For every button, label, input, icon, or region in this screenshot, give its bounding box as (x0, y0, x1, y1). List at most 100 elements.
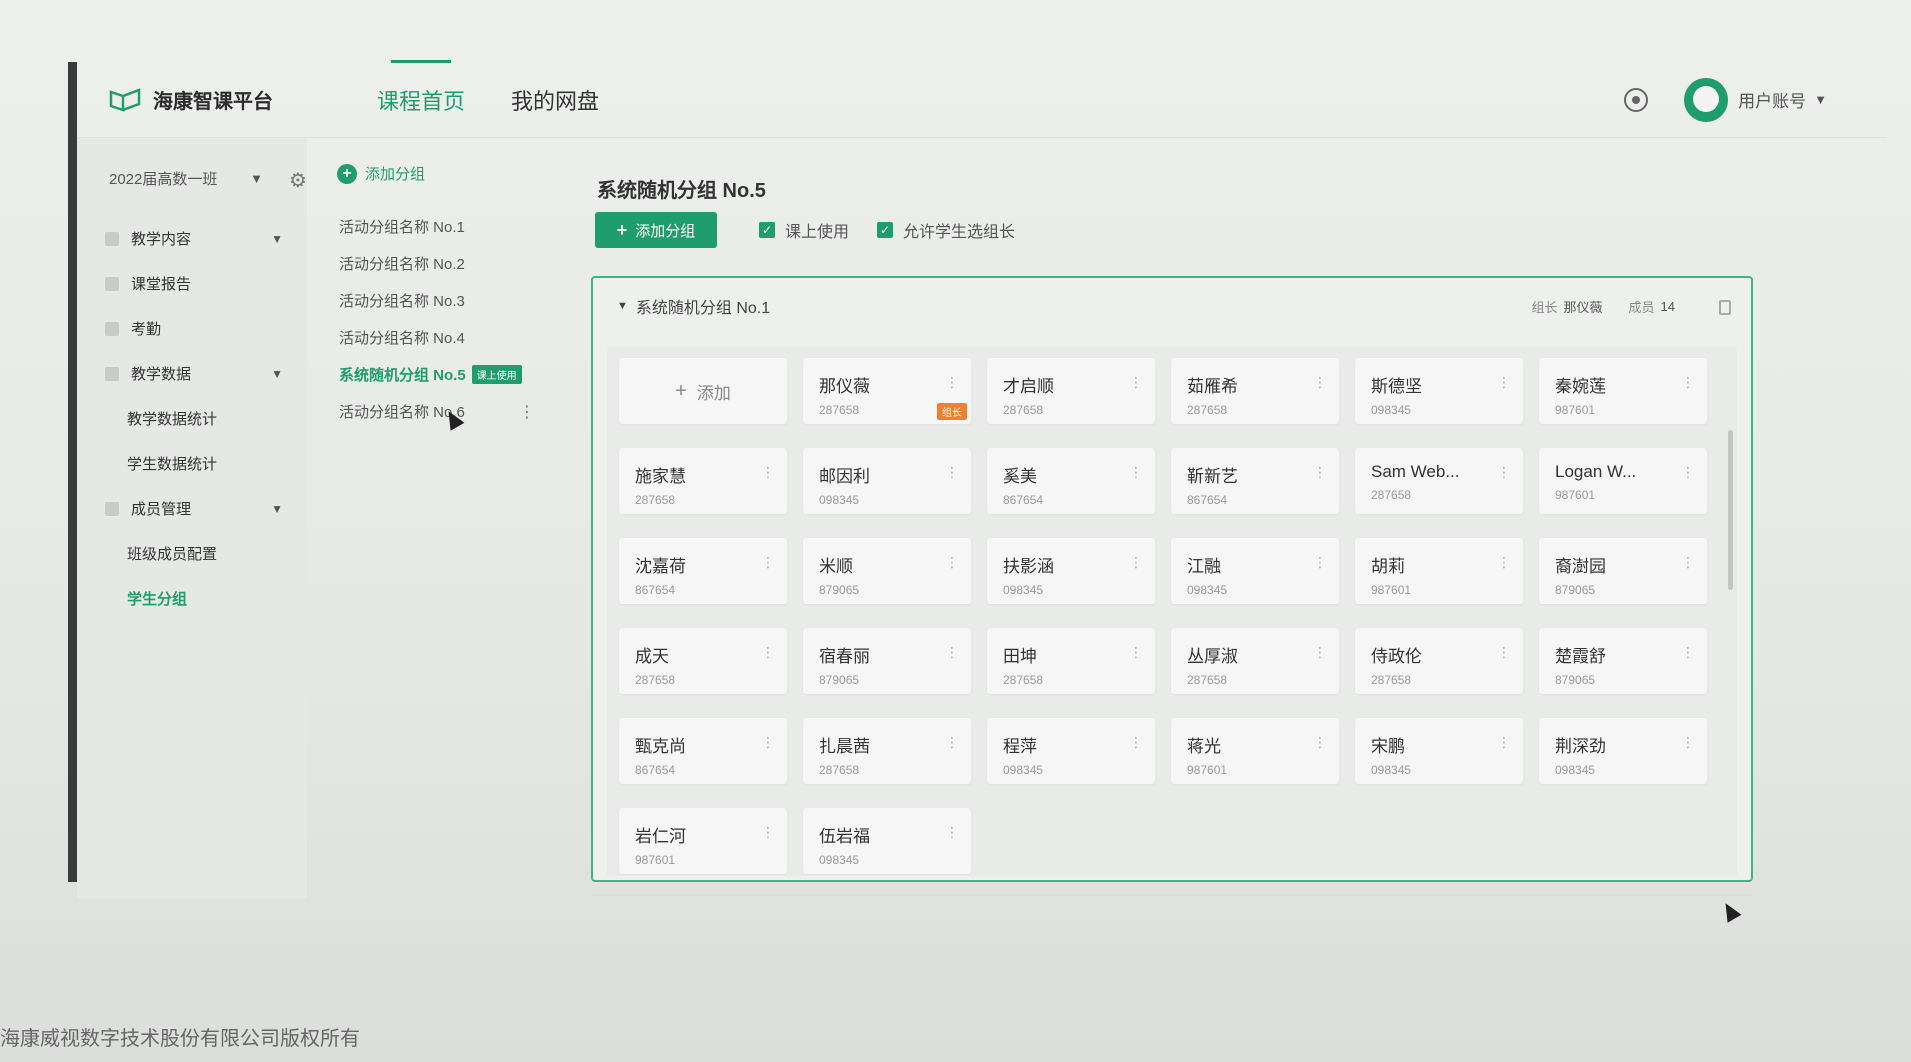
avatar[interactable] (1684, 77, 1729, 122)
member-card[interactable]: 斯德坚 098345 ⋮ (1355, 358, 1523, 424)
member-card[interactable]: 侍政伦 287658 ⋮ (1355, 628, 1523, 694)
sidebar-item-teaching-stats[interactable]: 教学数据统计 (77, 396, 307, 441)
member-card[interactable]: 伍岩福 098345 ⋮ (803, 808, 971, 874)
member-card[interactable]: 成天 287658 ⋮ (619, 628, 787, 694)
sidebar-item-student-stats[interactable]: 学生数据统计 (77, 441, 307, 486)
member-card[interactable]: 江融 098345 ⋮ (1171, 538, 1339, 604)
member-card[interactable]: 茹雁希 287658 ⋮ (1171, 358, 1339, 424)
member-card[interactable]: 奚美 867654 ⋮ (987, 448, 1155, 514)
member-name: 茹雁希 (1187, 377, 1238, 396)
group-item[interactable]: 活动分组名称 No.3 (339, 282, 539, 319)
sidebar-item-member-management[interactable]: 成员管理 ▼ (77, 486, 307, 531)
member-card[interactable]: 田坤 287658 ⋮ (987, 628, 1155, 694)
member-card[interactable]: 荆深劲 098345 ⋮ (1539, 718, 1707, 784)
more-vertical-icon[interactable]: ⋮ (1129, 734, 1143, 751)
more-vertical-icon[interactable]: ⋮ (1681, 554, 1695, 571)
member-card[interactable]: 米顺 879065 ⋮ (803, 538, 971, 604)
member-card[interactable]: 沈嘉荷 867654 ⋮ (619, 538, 787, 604)
more-vertical-icon[interactable]: ⋮ (1313, 464, 1327, 481)
allow-student-leader-checkbox[interactable]: ✓ 允许学生选组长 (877, 218, 1015, 242)
member-card[interactable]: 靳新艺 867654 ⋮ (1171, 448, 1339, 514)
more-vertical-icon[interactable]: ⋮ (761, 554, 775, 571)
member-card[interactable]: 程萍 098345 ⋮ (987, 718, 1155, 784)
more-vertical-icon[interactable]: ⋮ (761, 644, 775, 661)
more-vertical-icon[interactable]: ⋮ (1313, 374, 1327, 391)
more-vertical-icon[interactable]: ⋮ (1497, 464, 1511, 481)
chevron-down-icon[interactable]: ▼ (1814, 92, 1827, 107)
more-vertical-icon[interactable]: ⋮ (945, 734, 959, 751)
more-vertical-icon[interactable]: ⋮ (945, 554, 959, 571)
more-vertical-icon[interactable]: ⋮ (1497, 734, 1511, 751)
member-card[interactable]: 甄克尚 867654 ⋮ (619, 718, 787, 784)
more-vertical-icon[interactable]: ⋮ (945, 824, 959, 841)
collapse-triangle-icon[interactable]: ▼ (617, 300, 628, 312)
add-member-card[interactable]: + 添加 (619, 358, 787, 424)
sidebar-item-attendance[interactable]: 考勤 (77, 306, 307, 351)
member-card[interactable]: 楚霞舒 879065 ⋮ (1539, 628, 1707, 694)
sidebar-item-teaching-content[interactable]: 教学内容 ▼ (77, 216, 307, 261)
more-vertical-icon[interactable]: ⋮ (1497, 554, 1511, 571)
more-vertical-icon[interactable]: ⋮ (1129, 464, 1143, 481)
member-card[interactable]: 施家慧 287658 ⋮ (619, 448, 787, 514)
more-vertical-icon[interactable]: ⋮ (761, 824, 775, 841)
settings-icon[interactable] (1624, 87, 1649, 112)
more-vertical-icon[interactable]: ⋮ (761, 734, 775, 751)
more-vertical-icon[interactable]: ⋮ (945, 644, 959, 661)
more-vertical-icon[interactable]: ⋮ (1129, 554, 1143, 571)
member-card[interactable]: 邮因利 098345 ⋮ (803, 448, 971, 514)
member-card[interactable]: 裔澍园 879065 ⋮ (1539, 538, 1707, 604)
group-item[interactable]: 活动分组名称 No.1 (339, 208, 539, 245)
member-card[interactable]: 那仪薇 287658 ⋮ 组长 (803, 358, 971, 424)
more-vertical-icon[interactable]: ⋮ (1497, 374, 1511, 391)
member-card[interactable]: 宿春丽 879065 ⋮ (803, 628, 971, 694)
member-card[interactable]: Sam Web... 287658 ⋮ (1355, 448, 1523, 514)
group-item[interactable]: 活动分组名称 No.4 (339, 319, 539, 356)
more-vertical-icon[interactable]: ⋮ (761, 464, 775, 481)
tab-course-home[interactable]: 课程首页 (369, 59, 473, 120)
more-vertical-icon[interactable]: ⋮ (1129, 374, 1143, 391)
trash-icon[interactable] (1719, 300, 1731, 315)
add-group-button[interactable]: + 添加分组 (595, 212, 717, 248)
member-card[interactable]: 扎晨茜 287658 ⋮ (803, 718, 971, 784)
group-item[interactable]: 活动分组名称 No.2 (339, 245, 539, 282)
more-vertical-icon[interactable]: ⋮ (1313, 554, 1327, 571)
member-card[interactable]: 秦婉莲 987601 ⋮ (1539, 358, 1707, 424)
member-card[interactable]: Logan W... 987601 ⋮ (1539, 448, 1707, 514)
more-vertical-icon[interactable]: ⋮ (1681, 644, 1695, 661)
more-vertical-icon[interactable]: ⋮ (1313, 644, 1327, 661)
more-vertical-icon[interactable]: ⋮ (945, 374, 959, 391)
more-vertical-icon[interactable]: ⋮ (519, 402, 535, 422)
member-card[interactable]: 扶影涵 098345 ⋮ (987, 538, 1155, 604)
more-vertical-icon[interactable]: ⋮ (1129, 644, 1143, 661)
logo[interactable]: 海康智课平台 (109, 85, 339, 114)
gear-icon[interactable]: ⚙ (289, 168, 307, 193)
member-card[interactable]: 蒋光 987601 ⋮ (1171, 718, 1339, 784)
sidebar-item-teaching-data[interactable]: 教学数据 ▼ (77, 351, 307, 396)
more-vertical-icon[interactable]: ⋮ (1681, 374, 1695, 391)
group-panel-header[interactable]: ▼ 系统随机分组 No.1 组长 那仪薇 成员 14 (593, 278, 1751, 334)
class-select[interactable]: 2022届高数一班 ▼ (97, 160, 273, 196)
more-vertical-icon[interactable]: ⋮ (1497, 644, 1511, 661)
sidebar-item-student-groups[interactable]: 学生分组 (77, 576, 307, 621)
more-vertical-icon[interactable]: ⋮ (1681, 464, 1695, 481)
member-card[interactable]: 丛厚淑 287658 ⋮ (1171, 628, 1339, 694)
member-name: 田坤 (1003, 647, 1037, 666)
sidebar-item-class-report[interactable]: 课堂报告 (77, 261, 307, 306)
more-vertical-icon[interactable]: ⋮ (1681, 734, 1695, 751)
member-card[interactable]: 胡莉 987601 ⋮ (1355, 538, 1523, 604)
group-item-selected[interactable]: 系统随机分组 No.5 课上使用 (339, 356, 539, 393)
member-card[interactable]: 才启顺 287658 ⋮ (987, 358, 1155, 424)
account-label[interactable]: 用户账号 (1738, 87, 1806, 112)
member-card[interactable]: 岩仁河 987601 ⋮ (619, 808, 787, 874)
scrollbar[interactable] (1728, 430, 1733, 590)
chart-icon (105, 366, 119, 381)
member-name: Sam Web... (1371, 462, 1460, 481)
member-card[interactable]: 宋鹏 098345 ⋮ (1355, 718, 1523, 784)
group-item[interactable]: 活动分组名称 No.6 ⋮ (339, 393, 539, 430)
use-in-class-checkbox[interactable]: ✓ 课上使用 (759, 218, 849, 242)
more-vertical-icon[interactable]: ⋮ (945, 464, 959, 481)
more-vertical-icon[interactable]: ⋮ (1313, 734, 1327, 751)
add-group-link[interactable]: + 添加分组 (337, 163, 425, 184)
tab-my-drive[interactable]: 我的网盘 (503, 80, 607, 120)
sidebar-item-class-member-config[interactable]: 班级成员配置 (77, 531, 307, 576)
